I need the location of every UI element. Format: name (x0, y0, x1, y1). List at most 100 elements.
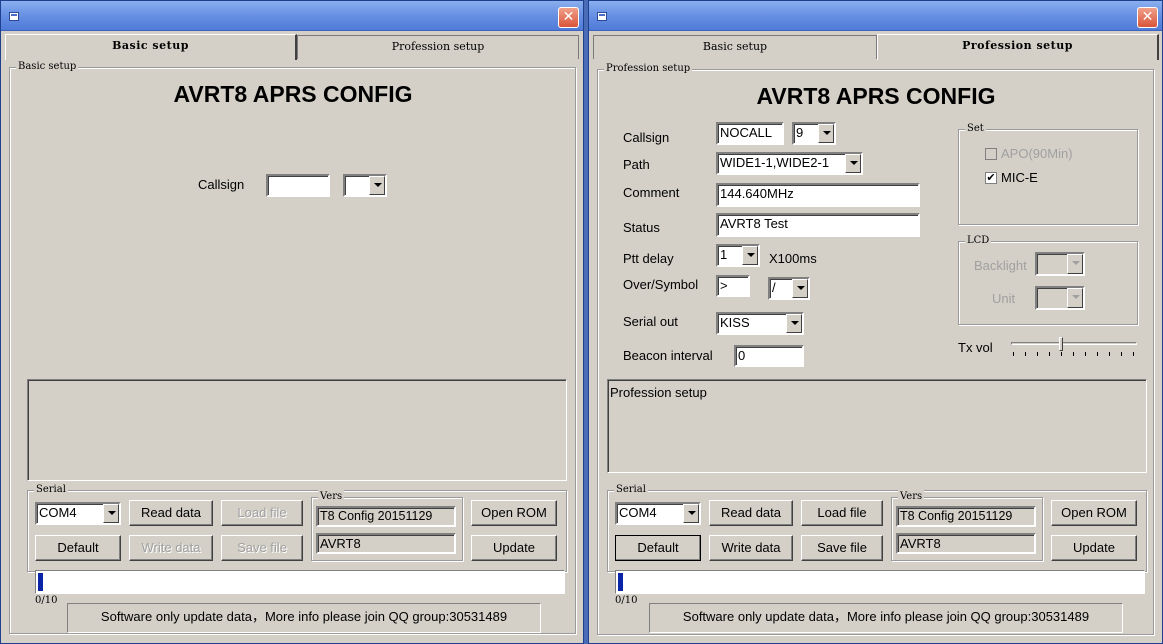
chevron-down-icon[interactable] (786, 314, 802, 333)
progress-bar (35, 570, 565, 594)
group-label: Basic setup (16, 60, 79, 74)
comment-label: Comment (623, 185, 680, 200)
version-group-label: Vers (898, 490, 925, 504)
slider-track (1011, 342, 1137, 345)
path-select[interactable]: WIDE1-1,WIDE2-1 (716, 152, 863, 175)
version-field: T8 Config 20151129 (316, 506, 456, 527)
tab-strip: Basic setup Profession setup (5, 34, 579, 60)
chevron-down-icon[interactable] (818, 124, 834, 143)
model-field: AVRT8 (896, 533, 1036, 554)
chevron-down-icon[interactable] (845, 154, 861, 173)
apo-label: APO(90Min) (1001, 146, 1073, 161)
apo-checkbox[interactable] (985, 148, 997, 160)
save-file-button[interactable]: Save file (221, 535, 303, 561)
tab-basic-setup[interactable]: Basic setup (593, 35, 877, 59)
tx-vol-label: Tx vol (958, 340, 993, 355)
path-value: WIDE1-1,WIDE2-1 (720, 155, 830, 170)
beacon-interval-label: Beacon interval (623, 348, 713, 363)
beacon-interval-input[interactable]: 0 (734, 345, 804, 367)
mic-e-label: MIC-E (1001, 170, 1038, 185)
chevron-down-icon[interactable] (683, 504, 699, 523)
ssid-select[interactable]: 9 (792, 122, 836, 145)
ptt-delay-label: Ptt delay (623, 251, 674, 266)
update-button[interactable]: Update (1051, 535, 1137, 561)
ptt-delay-value: 1 (720, 247, 728, 262)
right-config-window: ✕ Basic setup Profession setup Professio… (588, 0, 1163, 644)
save-file-button[interactable]: Save file (801, 535, 883, 561)
serial-out-select[interactable]: KISS (716, 312, 804, 335)
status-input[interactable]: AVRT8 Test (716, 213, 920, 237)
com-port-value: COM4 (39, 505, 77, 520)
overlay-input[interactable]: > (716, 275, 750, 297)
read-data-button[interactable]: Read data (709, 500, 793, 526)
symbol-value: / (772, 280, 776, 295)
set-group-label: Set (965, 122, 986, 136)
open-rom-button[interactable]: Open ROM (1051, 500, 1137, 526)
close-icon[interactable]: ✕ (1137, 7, 1158, 28)
com-port-value: COM4 (619, 505, 657, 520)
chevron-down-icon[interactable] (369, 176, 385, 195)
slider-ticks (1013, 352, 1135, 356)
title-bar: ✕ (589, 1, 1162, 31)
left-config-window: ✕ Basic setup Profession setup Basic set… (0, 0, 584, 644)
default-button[interactable]: Default (615, 535, 701, 561)
progress-fill (618, 573, 623, 591)
backlight-select[interactable] (1035, 252, 1085, 276)
title-bar: ✕ (1, 1, 583, 31)
progress-bar (615, 570, 1145, 594)
callsign-input[interactable] (266, 174, 330, 197)
serial-out-label: Serial out (623, 314, 678, 329)
tab-strip: Basic setup Profession setup (593, 34, 1159, 60)
slider-thumb[interactable] (1059, 337, 1063, 351)
write-data-button[interactable]: Write data (129, 535, 213, 561)
unit-label: Unit (992, 291, 1016, 306)
backlight-label: Backlight (974, 258, 1027, 273)
group-label: Profession setup (604, 62, 693, 76)
load-file-button[interactable]: Load file (801, 500, 883, 526)
chevron-down-icon[interactable] (103, 504, 119, 523)
serial-group-label: Serial (614, 483, 648, 497)
com-port-select[interactable]: COM4 (35, 502, 121, 525)
tab-profession-setup[interactable]: Profession setup (877, 34, 1159, 60)
update-button[interactable]: Update (471, 535, 557, 561)
callsign-label: Callsign (198, 177, 245, 192)
over-symbol-label: Over/Symbol (623, 277, 699, 292)
ptt-delay-select[interactable]: 1 (716, 244, 760, 267)
com-port-select[interactable]: COM4 (615, 502, 701, 525)
default-button[interactable]: Default (35, 535, 121, 561)
chevron-down-icon[interactable] (1067, 288, 1083, 308)
serial-group-label: Serial (34, 483, 68, 497)
symbol-select[interactable]: / (768, 277, 810, 300)
status-bar: Software only update data，More info plea… (649, 603, 1123, 633)
mic-e-checkbox[interactable]: ✔ (985, 172, 997, 184)
status-bar: Software only update data，More info plea… (67, 603, 541, 633)
app-icon (597, 12, 607, 21)
tab-basic-setup[interactable]: Basic setup (5, 34, 297, 60)
status-label: Status (623, 220, 660, 235)
app-icon (9, 12, 19, 21)
unit-select[interactable] (1035, 286, 1085, 310)
page-title: AVRT8 APRS CONFIG (173, 81, 413, 107)
load-file-button[interactable]: Load file (221, 500, 303, 526)
comment-input[interactable]: 144.640MHz (716, 183, 920, 207)
ssid-select[interactable] (343, 174, 387, 197)
path-label: Path (623, 157, 650, 172)
read-data-button[interactable]: Read data (129, 500, 213, 526)
chevron-down-icon[interactable] (742, 246, 758, 265)
model-field: AVRT8 (316, 533, 456, 554)
tab-profession-setup[interactable]: Profession setup (297, 35, 579, 59)
open-rom-button[interactable]: Open ROM (471, 500, 557, 526)
write-data-button[interactable]: Write data (709, 535, 793, 561)
tx-vol-slider[interactable] (1011, 337, 1137, 357)
chevron-down-icon[interactable] (1067, 254, 1083, 274)
callsign-label: Callsign (623, 130, 670, 145)
ptt-unit-label: X100ms (769, 251, 817, 266)
page-title: AVRT8 APRS CONFIG (756, 83, 996, 109)
ssid-value: 9 (796, 125, 804, 140)
serial-out-value: KISS (720, 315, 750, 330)
info-text: Profession setup (610, 385, 707, 400)
info-panel: Profession setup (607, 379, 1147, 473)
callsign-input[interactable]: NOCALL (716, 122, 784, 145)
close-icon[interactable]: ✕ (558, 7, 579, 28)
chevron-down-icon[interactable] (792, 279, 808, 298)
